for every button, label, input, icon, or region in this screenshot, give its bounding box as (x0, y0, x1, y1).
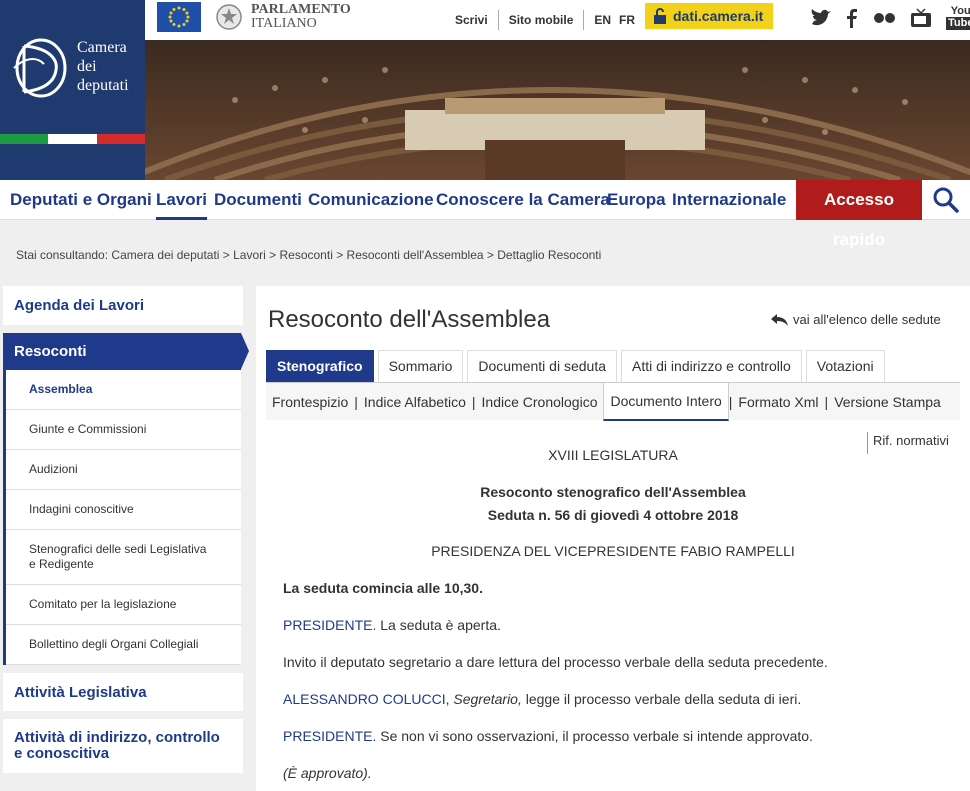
sidebar-resoconti[interactable]: Resoconti (3, 333, 249, 370)
report-tabs: Stenografico Sommario Documenti di sedut… (266, 350, 889, 382)
paragraph-colucci: ALESSANDRO COLUCCI, Segretario, legge il… (283, 691, 802, 707)
subtab-formato-xml[interactable]: Formato Xml (732, 394, 824, 410)
resoconto-heading: Resoconto stenografico dell'Assemblea (480, 484, 746, 500)
sidebar-item-audizioni[interactable]: Audizioni (6, 450, 241, 490)
lang-fr-link[interactable]: FR (619, 13, 635, 27)
presidente-link[interactable]: PRESIDENTE. (283, 617, 376, 633)
tab-documenti-di-seduta[interactable]: Documenti di seduta (467, 350, 618, 382)
dati-camera-button[interactable]: dati.camera.it (645, 3, 773, 29)
nav-documenti[interactable]: Documenti (214, 180, 302, 220)
twitter-icon[interactable] (810, 8, 832, 28)
top-links: Scrivi Sito mobile EN FR (455, 10, 643, 30)
flickr-icon[interactable] (872, 8, 896, 28)
paragraph-seduta-aperta: PRESIDENTE. La seduta è aperta. (283, 617, 501, 633)
camera-logo[interactable]: Camera dei deputati (0, 0, 145, 180)
unlock-icon (654, 8, 666, 24)
nav-comunicazione[interactable]: Comunicazione (308, 180, 434, 220)
eu-flag-icon[interactable] (157, 2, 201, 32)
sidebar-item-assemblea[interactable]: Assemblea (6, 370, 241, 410)
presidenza-heading: PRESIDENZA DEL VICEPRESIDENTE FABIO RAMP… (431, 543, 795, 559)
chamber-banner-image (145, 40, 970, 180)
sidebar-attivita-legislativa[interactable]: Attività Legislativa (3, 673, 243, 711)
nav-internazionale[interactable]: Internazionale (672, 180, 786, 220)
sidebar-item-bollettino[interactable]: Bollettino degli Organi Collegiali (6, 625, 241, 665)
facebook-icon[interactable] (846, 8, 858, 28)
accesso-rapido-button[interactable]: Accesso rapido (796, 180, 922, 249)
sito-mobile-link[interactable]: Sito mobile (509, 13, 574, 27)
search-button[interactable] (922, 180, 970, 220)
tab-stenografico[interactable]: Stenografico (266, 350, 374, 382)
nav-europa[interactable]: Europa (607, 180, 666, 220)
parlamento-italiano-label[interactable]: PARLAMENTO ITALIANO (251, 3, 351, 31)
main-nav: Deputati e Organi Lavori Documenti Comun… (0, 180, 970, 249)
back-to-sedute-link[interactable]: vai all'elenco delle sedute (771, 312, 941, 327)
seduta-inizio-text: La seduta comincia alle 10,30. (283, 580, 483, 596)
presidente-link-2[interactable]: PRESIDENTE. (283, 728, 376, 744)
sidebar-agenda-lavori[interactable]: Agenda dei Lavori (3, 286, 243, 325)
top-bar: PARLAMENTO ITALIANO Scrivi Sito mobile E… (145, 0, 970, 40)
paragraph-invito: Invito il deputato segretario a dare let… (283, 654, 828, 670)
tab-atti-indirizzo[interactable]: Atti di indirizzo e controllo (621, 350, 802, 382)
approvato-text: (È approvato). (283, 765, 372, 781)
sidebar-item-comitato-legislazione[interactable]: Comitato per la legislazione (6, 585, 241, 625)
tab-sommario[interactable]: Sommario (377, 350, 464, 382)
sidebar-resoconti-submenu: Assemblea Giunte e Commissioni Audizioni… (3, 370, 241, 665)
back-arrow-icon (771, 313, 788, 326)
scrivi-link[interactable]: Scrivi (455, 13, 488, 27)
nav-deputati-e-organi[interactable]: Deputati e Organi (10, 180, 152, 220)
nav-conoscere-la-camera[interactable]: Conoscere la Camera (436, 180, 610, 220)
paragraph-approvato-intro: PRESIDENTE. Se non vi sono osservazioni,… (283, 728, 813, 744)
report-subtabs: Frontespizio | Indice Alfabetico | Indic… (266, 382, 960, 421)
tab-votazioni[interactable]: Votazioni (805, 350, 885, 382)
sidebar-attivita-indirizzo[interactable]: Attività di indirizzo, controllo e conos… (3, 719, 243, 773)
subtab-indice-alfabetico[interactable]: Indice Alfabetico (358, 394, 472, 410)
breadcrumb: Stai consultando: Camera dei deputati > … (16, 248, 602, 262)
sidebar-item-indagini-conoscitive[interactable]: Indagini conoscitive (6, 490, 241, 530)
dati-camera-label: dati.camera.it (673, 8, 764, 24)
italian-flag-stripe (0, 134, 145, 144)
subtab-documento-intero[interactable]: Documento Intero (603, 382, 729, 421)
camera-logo-text: Camera dei deputati (77, 39, 129, 94)
subtab-frontespizio[interactable]: Frontespizio (266, 394, 354, 410)
main-content: Resoconto dell'Assemblea vai all'elenco … (256, 286, 970, 791)
italy-emblem-icon[interactable] (215, 2, 243, 32)
subtab-versione-stampa[interactable]: Versione Stampa (828, 394, 947, 410)
lang-en-link[interactable]: EN (594, 13, 611, 27)
speaker-link[interactable]: ALESSANDRO COLUCCI, (283, 691, 449, 707)
seduta-heading: Seduta n. 56 di giovedì 4 ottobre 2018 (487, 507, 739, 523)
sidebar-item-stenografici-sedi[interactable]: Stenografici delle sedi Legislativa e Re… (6, 530, 241, 585)
sidebar-item-giunte-commissioni[interactable]: Giunte e Commissioni (6, 410, 241, 450)
subtab-indice-cronologico[interactable]: Indice Cronologico (476, 394, 604, 410)
page-title: Resoconto dell'Assemblea (268, 306, 551, 333)
legislatura-heading: XVIII LEGISLATURA (548, 447, 678, 463)
tv-icon[interactable] (910, 8, 932, 28)
social-links: You Tube (810, 6, 970, 30)
search-icon (933, 187, 959, 213)
camera-monogram-icon (13, 38, 67, 98)
nav-lavori[interactable]: Lavori (156, 180, 208, 220)
youtube-icon[interactable]: You Tube (946, 6, 970, 30)
sidebar: Agenda dei Lavori Resoconti Assemblea Gi… (3, 286, 249, 781)
